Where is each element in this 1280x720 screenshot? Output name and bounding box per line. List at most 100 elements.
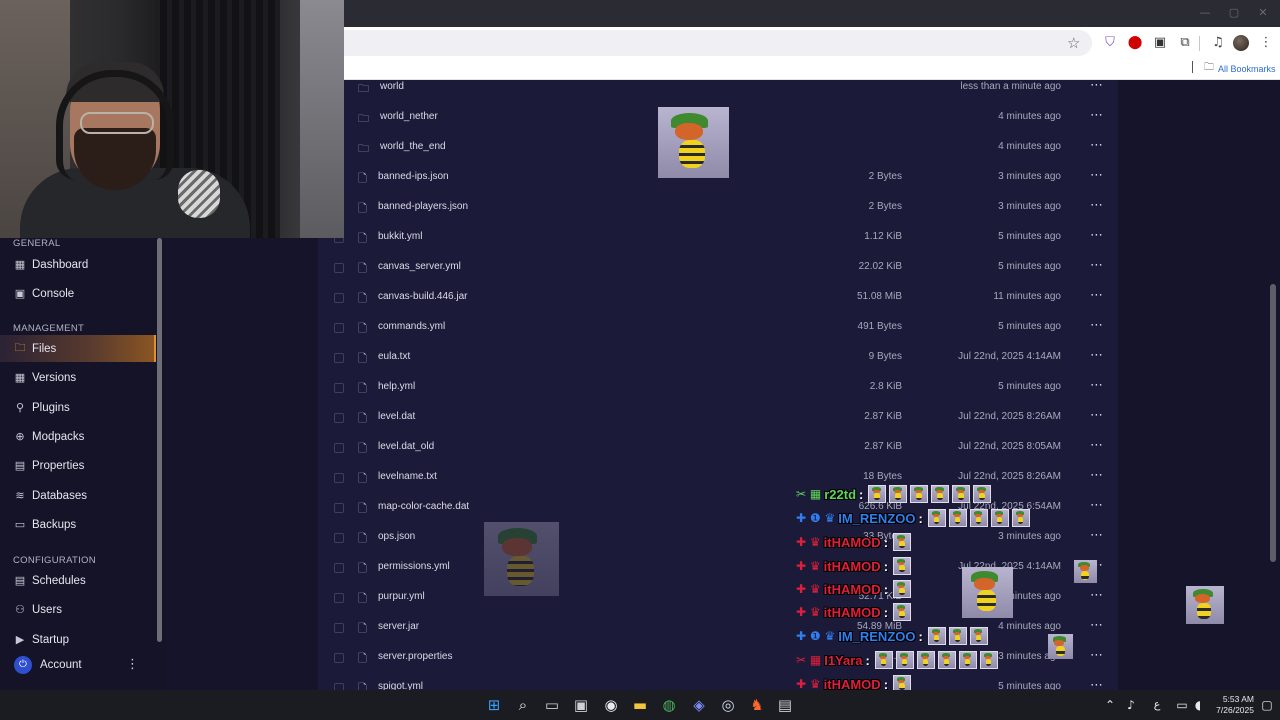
sidebar-item-versions[interactable]: ▦ Versions <box>0 364 156 391</box>
file-row[interactable]: 🗋 canvas_server.yml 22.02 KiB 5 minutes ago… <box>318 252 1118 282</box>
row-checkbox[interactable] <box>334 353 344 363</box>
file-row[interactable]: 🗋 levelname.txt 18 Bytes Jul 22nd, 2025 8:2… <box>318 462 1118 492</box>
shield-icon[interactable]: ⛉ <box>1102 35 1118 51</box>
page-scrollbar[interactable] <box>1270 284 1276 562</box>
row-menu-icon[interactable]: ⋯ <box>1090 318 1103 333</box>
row-checkbox[interactable] <box>334 473 344 483</box>
account-button[interactable]: ⏻ Account ⋮ <box>0 650 166 680</box>
row-menu-icon[interactable]: ⋯ <box>1090 528 1103 543</box>
windows-start-icon[interactable]: ⊞ <box>484 695 504 715</box>
store-icon[interactable]: ▣ <box>571 695 591 715</box>
media-icon[interactable]: ♫ <box>1210 35 1226 51</box>
sidebar-item-schedules[interactable]: ▤ Schedules <box>0 567 156 594</box>
file-name[interactable]: help.yml <box>378 381 415 392</box>
menu-icon[interactable]: ⋮ <box>1258 35 1274 51</box>
sidebar-item-users[interactable]: ⚇ Users <box>0 596 156 623</box>
file-name[interactable]: canvas-build.446.jar <box>378 291 468 302</box>
row-menu-icon[interactable]: ⋯ <box>1090 618 1103 633</box>
sidebar-item-startup[interactable]: ▶ Startup <box>0 626 156 653</box>
file-explorer-icon[interactable]: ▬ <box>630 695 650 715</box>
address-bar[interactable]: ☆ <box>344 30 1092 56</box>
file-name[interactable]: commands.yml <box>378 321 445 332</box>
row-menu-icon[interactable]: ⋯ <box>1090 648 1103 663</box>
file-name[interactable]: levelname.txt <box>378 471 437 482</box>
file-name[interactable]: level.dat <box>378 411 415 422</box>
file-name[interactable]: world_nether <box>380 111 438 122</box>
file-name[interactable]: map-color-cache.dat <box>378 501 469 512</box>
file-name[interactable]: server.properties <box>378 651 452 662</box>
obs-icon[interactable]: ◉ <box>601 695 621 715</box>
row-menu-icon[interactable]: ⋯ <box>1090 498 1103 513</box>
file-row[interactable]: 🗋 bukkit.yml 1.12 KiB 5 minutes ago ⋯ <box>318 222 1118 252</box>
discord-icon[interactable]: ◈ <box>689 695 709 715</box>
sidebar-item-modpacks[interactable]: ⊕ Modpacks <box>0 423 156 450</box>
opera-icon[interactable]: ⬤ <box>1127 35 1143 51</box>
row-menu-icon[interactable]: ⋯ <box>1090 348 1103 363</box>
row-checkbox[interactable] <box>334 623 344 633</box>
folder-row[interactable]: 🗀 world less than a minute ago ⋯ <box>318 80 1118 102</box>
file-name[interactable]: level.dat_old <box>378 441 434 452</box>
search-icon[interactable]: ⌕ <box>513 695 533 715</box>
file-row[interactable]: 🗋 spigot.yml 5 minutes ago ⋯ <box>318 672 1118 690</box>
notification-icon[interactable]: ▢ <box>1257 695 1277 715</box>
file-name[interactable]: world_the_end <box>380 141 446 152</box>
file-name[interactable]: ops.json <box>378 531 415 542</box>
file-row[interactable]: 🗋 canvas-build.446.jar 51.08 MiB 11 minutes… <box>318 282 1118 312</box>
sidebar-item-dashboard[interactable]: ▦ Dashboard <box>0 251 156 278</box>
row-checkbox[interactable] <box>334 383 344 393</box>
row-checkbox[interactable] <box>334 263 344 273</box>
row-menu-icon[interactable]: ⋯ <box>1090 588 1103 603</box>
row-checkbox[interactable] <box>334 533 344 543</box>
row-checkbox[interactable] <box>334 413 344 423</box>
file-row[interactable]: 🗋 help.yml 2.8 KiB 5 minutes ago ⋯ <box>318 372 1118 402</box>
file-name[interactable]: canvas_server.yml <box>378 261 461 272</box>
puzzle-icon[interactable]: ⧉ <box>1177 35 1193 51</box>
sidebar-item-backups[interactable]: ▭ Backups <box>0 511 156 538</box>
row-menu-icon[interactable]: ⋯ <box>1090 438 1103 453</box>
maximize-icon[interactable]: ▢ <box>1227 6 1241 20</box>
row-menu-icon[interactable]: ⋯ <box>1090 108 1103 123</box>
app-icon[interactable]: ▤ <box>775 695 795 715</box>
sidebar-item-properties[interactable]: ▤ Properties <box>0 452 156 479</box>
more-vertical-icon[interactable]: ⋮ <box>126 657 139 672</box>
row-checkbox[interactable] <box>334 443 344 453</box>
all-bookmarks-link[interactable]: 🗀 All Bookmarks <box>1204 60 1276 77</box>
row-checkbox[interactable] <box>334 563 344 573</box>
row-menu-icon[interactable]: ⋯ <box>1090 258 1103 273</box>
row-checkbox[interactable] <box>334 593 344 603</box>
sidebar-item-console[interactable]: ▣ Console <box>0 280 156 307</box>
file-name[interactable]: banned-players.json <box>378 201 468 212</box>
row-checkbox[interactable] <box>334 323 344 333</box>
file-row[interactable]: 🗋 banned-players.json 2 Bytes 3 minutes ago… <box>318 192 1118 222</box>
brave-icon[interactable]: ♞ <box>747 695 767 715</box>
volume-icon[interactable]: ◖ <box>1188 695 1208 715</box>
file-name[interactable]: purpur.yml <box>378 591 425 602</box>
steam-icon[interactable]: ◎ <box>718 695 738 715</box>
system-clock[interactable]: 5:53 AM 7/26/2025 <box>1210 694 1254 716</box>
row-menu-icon[interactable]: ⋯ <box>1090 408 1103 423</box>
minimize-icon[interactable]: — <box>1198 6 1212 20</box>
star-icon[interactable]: ☆ <box>1067 34 1080 52</box>
file-name[interactable]: banned-ips.json <box>378 171 449 182</box>
row-menu-icon[interactable]: ⋯ <box>1090 138 1103 153</box>
file-name[interactable]: server.jar <box>378 621 419 632</box>
row-checkbox[interactable] <box>334 293 344 303</box>
file-row[interactable]: 🗋 commands.yml 491 Bytes 5 minutes ago ⋯ <box>318 312 1118 342</box>
row-menu-icon[interactable]: ⋯ <box>1090 678 1103 690</box>
file-name[interactable]: bukkit.yml <box>378 231 422 242</box>
row-menu-icon[interactable]: ⋯ <box>1090 198 1103 213</box>
file-row[interactable]: 🗋 level.dat 2.87 KiB Jul 22nd, 2025 8:26AM ⋯ <box>318 402 1118 432</box>
file-row[interactable]: 🗋 level.dat_old 2.87 KiB Jul 22nd, 2025 8:0… <box>318 432 1118 462</box>
row-menu-icon[interactable]: ⋯ <box>1090 168 1103 183</box>
close-icon[interactable]: ✕ <box>1256 6 1270 20</box>
sidebar-item-plugins[interactable]: ⚲ Plugins <box>0 394 156 421</box>
microphone-icon[interactable]: ♪ <box>1121 695 1141 715</box>
row-checkbox[interactable] <box>334 503 344 513</box>
sidebar-scrollbar[interactable] <box>157 238 162 642</box>
file-name[interactable]: permissions.yml <box>378 561 450 572</box>
task-view-icon[interactable]: ▭ <box>542 695 562 715</box>
language-indicator[interactable]: ع <box>1147 695 1167 715</box>
chevron-up-icon[interactable]: ⌃ <box>1100 695 1120 715</box>
file-name[interactable]: spigot.yml <box>378 681 423 690</box>
file-row[interactable]: 🗋server.properties1.83 minutes ago⋯ <box>318 642 1118 672</box>
